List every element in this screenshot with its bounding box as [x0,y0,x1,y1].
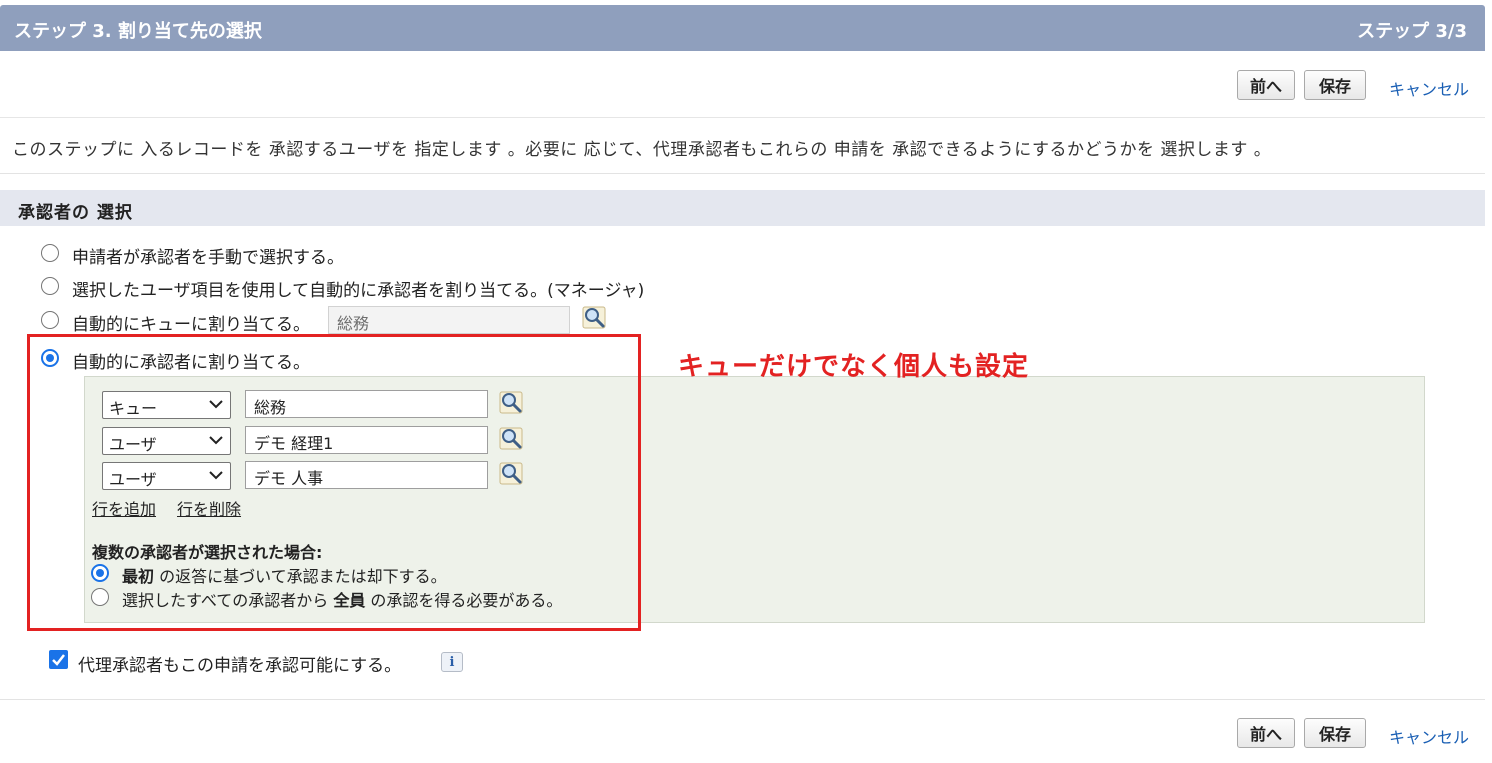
section-header: 承認者の 選択 [0,190,1485,226]
step-description: このステップに 入るレコードを 承認するユーザを 指定します 。必要に 応じて、… [12,140,1272,160]
page-header: ステップ 3. 割り当て先の選択 ステップ 3/3 [0,5,1485,51]
annotation-text: キューだけでなく個人も設定 [678,352,1030,382]
option-label-user-field: 選択したユーザ項目を使用して自動的に承認者を割り当てる。(マネージャ) [72,281,645,301]
option-label-manual: 申請者が承認者を手動で選択する。 [72,248,344,268]
radio-queue[interactable] [41,311,59,329]
option-label-queue: 自動的にキューに割り当てる。 [72,315,310,335]
delegate-checkbox[interactable] [49,650,68,669]
divider [0,699,1485,700]
highlight-box [27,334,641,631]
cancel-link[interactable]: キャンセル [1389,724,1469,748]
lookup-icon[interactable] [582,305,606,329]
top-button-bar: 前へ 保存 キャンセル [0,51,1485,118]
cancel-link[interactable]: キャンセル [1389,76,1469,100]
save-button[interactable]: 保存 [1304,718,1366,748]
step-indicator: ステップ 3/3 [1357,21,1467,42]
checkmark-icon [52,654,65,666]
info-icon[interactable]: i [441,652,463,672]
prev-button[interactable]: 前へ [1237,718,1295,748]
radio-manual-select[interactable] [41,244,59,262]
section-title: 承認者の 選択 [18,203,133,223]
radio-user-field[interactable] [41,277,59,295]
delegate-label: 代理承認者もこの申請を承認可能にする。 [78,656,402,676]
divider [0,173,1485,174]
page-title: ステップ 3. 割り当て先の選択 [14,21,262,42]
save-button[interactable]: 保存 [1304,70,1366,100]
queue-input[interactable]: 総務 [328,306,570,334]
prev-button[interactable]: 前へ [1237,70,1295,100]
